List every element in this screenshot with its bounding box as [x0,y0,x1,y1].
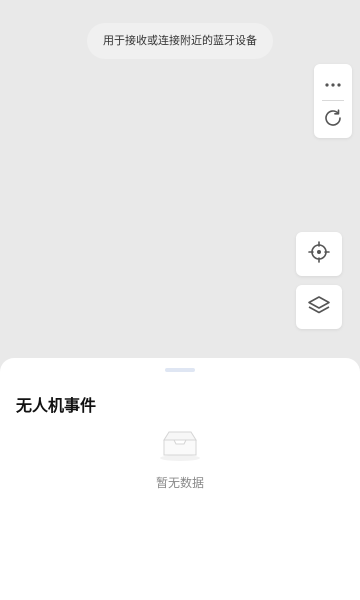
toolbar-divider [322,100,344,101]
layers-icon [306,293,332,321]
bluetooth-toast: 用于接收或连接附近的蓝牙设备 [87,23,273,59]
empty-inbox-icon [0,428,360,466]
toast-message: 用于接收或连接附近的蓝牙设备 [103,34,257,47]
crosshair-locate-icon [307,240,331,268]
empty-state-text: 暂无数据 [155,476,204,490]
refresh-button[interactable] [314,102,352,138]
empty-state: 暂无数据 [0,428,360,491]
sheet-title: 无人机事件 [16,396,97,415]
more-button[interactable] [314,64,352,100]
events-bottom-sheet: 无人机事件 暂无数据 [0,358,360,600]
layers-button[interactable] [296,285,342,329]
sheet-drag-handle[interactable] [165,368,195,372]
map-view[interactable]: 用于接收或连接附近的蓝牙设备 [0,0,360,372]
more-horizontal-icon [324,73,342,92]
map-side-toolbar [314,64,352,138]
refresh-icon [322,107,344,133]
locate-button[interactable] [296,232,342,276]
